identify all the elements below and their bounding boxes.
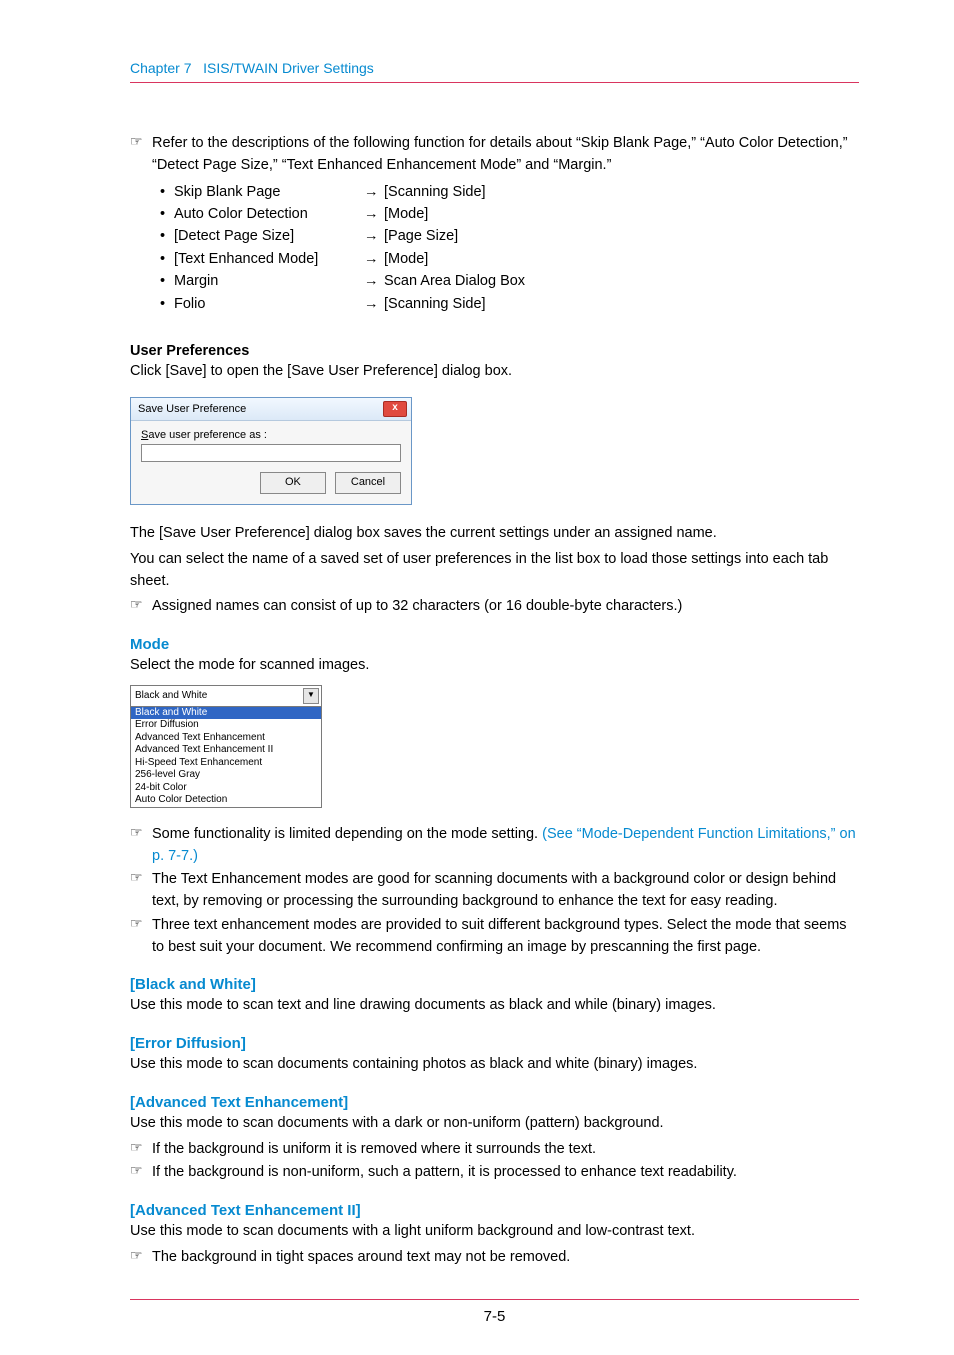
mode-note-2: The Text Enhancement modes are good for … [152,869,859,913]
mode-option[interactable]: Advanced Text Enhancement [131,732,321,745]
note-icon: ☞ [130,1139,152,1156]
save-as-label: Save user preference as : [141,429,401,441]
user-preferences-intro: Click [Save] to open the [Save User Pref… [130,361,859,383]
note-icon: ☞ [130,824,152,841]
mode-option[interactable]: Error Diffusion [131,719,321,732]
ok-button[interactable]: OK [260,472,326,494]
ref-row: • Skip Blank Page → [Scanning Side] [160,181,859,203]
note-icon: ☞ [130,1162,152,1179]
user-prefs-after-2: You can select the name of a saved set o… [130,549,859,593]
user-preferences-heading: User Preferences [130,343,859,359]
mode-option[interactable]: 24-bit Color [131,782,321,795]
mode-selected-value: Black and White [135,690,207,703]
bw-body: Use this mode to scan text and line draw… [130,995,859,1017]
page-header: Chapter 7 ISIS/TWAIN Driver Settings [130,60,859,83]
chapter-title: ISIS/TWAIN Driver Settings [203,60,374,76]
mode-note-3: Three text enhancement modes are provide… [152,915,859,959]
ate-note-2: If the background is non-uniform, such a… [152,1162,859,1184]
arrow-icon: → [364,181,384,203]
dialog-title-text: Save User Preference [138,403,246,415]
ate2-note-1: The background in tight spaces around te… [152,1247,859,1269]
mode-note-1a: Some functionality is limited depending … [152,826,542,842]
user-prefs-after-1: The [Save User Preference] dialog box sa… [130,523,859,545]
chapter-label: Chapter 7 [130,60,191,76]
save-as-input[interactable] [141,444,401,462]
cancel-button[interactable]: Cancel [335,472,401,494]
bw-heading: [Black and White] [130,976,859,993]
mode-heading: Mode [130,636,859,653]
ref-row: • Margin → Scan Area Dialog Box [160,270,859,292]
note-icon: ☞ [130,1247,152,1264]
arrow-icon: → [364,248,384,270]
ref-left: Skip Blank Page [174,181,364,203]
note-icon: ☞ [130,915,152,932]
ate-heading: [Advanced Text Enhancement] [130,1094,859,1111]
arrow-icon: → [364,293,384,315]
mode-option[interactable]: Black and White [131,707,321,720]
ate-note-1: If the background is uniform it is remov… [152,1139,859,1161]
close-icon[interactable]: x [383,401,407,417]
note-icon: ☞ [130,596,152,613]
ref-row: • Auto Color Detection → [Mode] [160,203,859,225]
save-user-preference-dialog: Save User Preference x Save user prefere… [130,397,412,505]
ref-right: [Scanning Side] [384,181,859,203]
mode-dropdown[interactable]: Black and White ▼ Black and White Error … [130,685,322,808]
arrow-icon: → [364,225,384,247]
ref-row: • [Text Enhanced Mode] → [Mode] [160,248,859,270]
arrow-icon: → [364,270,384,292]
ref-row: • Folio → [Scanning Side] [160,293,859,315]
mode-option[interactable]: 256-level Gray [131,769,321,782]
user-prefs-note: Assigned names can consist of up to 32 c… [152,596,859,618]
ed-heading: [Error Diffusion] [130,1035,859,1052]
mode-option[interactable]: Advanced Text Enhancement II [131,744,321,757]
chevron-down-icon[interactable]: ▼ [303,688,319,704]
mode-intro: Select the mode for scanned images. [130,655,859,677]
ate2-heading: [Advanced Text Enhancement II] [130,1202,859,1219]
note-icon: ☞ [130,133,152,150]
mode-option[interactable]: Auto Color Detection [131,794,321,807]
ref-row: • [Detect Page Size] → [Page Size] [160,225,859,247]
mode-option[interactable]: Hi-Speed Text Enhancement [131,757,321,770]
reference-list: • Skip Blank Page → [Scanning Side] • Au… [160,181,859,316]
ate-body: Use this mode to scan documents with a d… [130,1113,859,1135]
ate2-body: Use this mode to scan documents with a l… [130,1221,859,1243]
arrow-icon: → [364,203,384,225]
note-icon: ☞ [130,869,152,886]
intro-text: Refer to the descriptions of the followi… [152,133,859,177]
ed-body: Use this mode to scan documents containi… [130,1054,859,1076]
page-number: 7-5 [130,1299,859,1325]
